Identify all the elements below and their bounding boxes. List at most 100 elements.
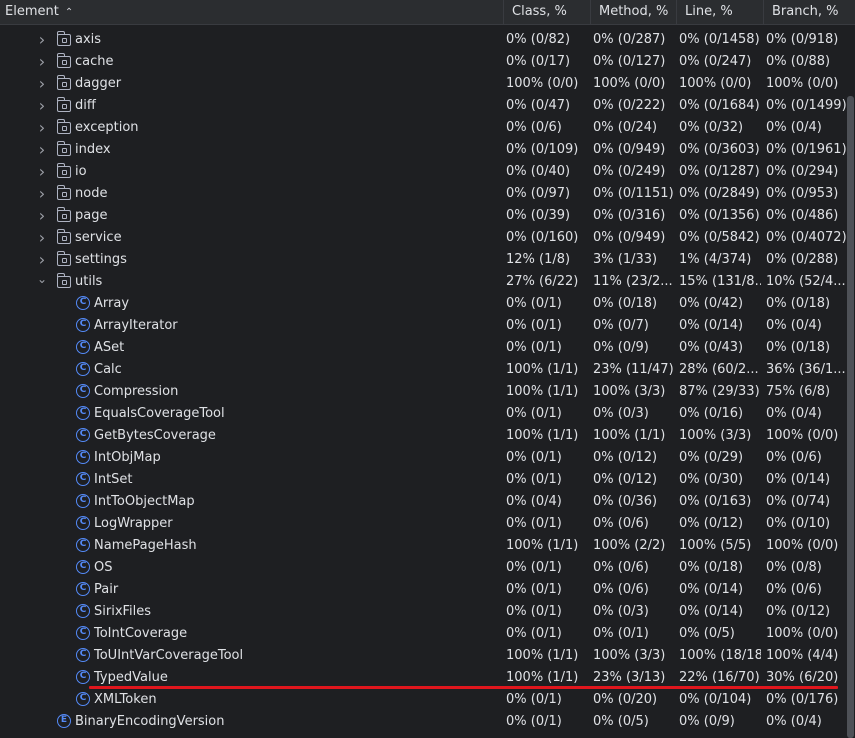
element-cell: › dagger [0, 73, 500, 95]
tree-row-class[interactable]: C NamePageHash 100% (1/1) 100% (2/2) 100% (5… [0, 535, 846, 557]
chevron-right-icon[interactable]: › [36, 249, 48, 271]
tree-row-package[interactable]: › dagger 100% (0/0) 100% (0/0) 100% (0/0) 100… [0, 73, 846, 95]
chevron-right-icon[interactable]: › [36, 205, 48, 227]
class-icon: C [76, 406, 90, 420]
package-name: cache [75, 54, 114, 69]
package-icon [56, 119, 71, 134]
tree-row-package[interactable]: › io 0% (0/40) 0% (0/249) 0% (0/1287) 0% (0/2… [0, 161, 846, 183]
line-coverage-cell: 0% (0/32) [679, 120, 744, 135]
branch-coverage-cell: 0% (0/953) [766, 186, 839, 201]
tree-row-class[interactable]: C IntToObjectMap 0% (0/4) 0% (0/36) 0% (0/16… [0, 491, 846, 513]
class-coverage-cell: 0% (0/1) [506, 406, 562, 421]
column-header-element[interactable]: Element ⌃ [0, 0, 503, 24]
branch-coverage-cell: 0% (0/4) [766, 714, 822, 729]
element-cell: › settings [0, 249, 500, 271]
tree-row-class[interactable]: C ToUIntVarCoverageTool 100% (1/1) 100% (3/… [0, 645, 846, 667]
tree-row-package[interactable]: › node 0% (0/97) 0% (0/1151) 0% (0/2849) 0% (… [0, 183, 846, 205]
element-cell: C IntObjMap [0, 447, 500, 469]
column-header-method[interactable]: Method, % [590, 0, 676, 24]
class-name: LogWrapper [94, 516, 173, 531]
package-icon [56, 75, 71, 90]
tree-row-class[interactable]: C IntSet 0% (0/1) 0% (0/12) 0% (0/30) 0% (0/1… [0, 469, 846, 491]
chevron-right-icon[interactable]: › [36, 227, 48, 249]
tree-row-package[interactable]: › cache 0% (0/17) 0% (0/127) 0% (0/247) 0% (0… [0, 51, 846, 73]
tree-row-class[interactable]: C LogWrapper 0% (0/1) 0% (0/6) 0% (0/12) 0% (… [0, 513, 846, 535]
line-coverage-cell: 0% (0/30) [679, 472, 744, 487]
class-name: IntToObjectMap [94, 494, 195, 509]
tree-row-class[interactable]: C IntObjMap 0% (0/1) 0% (0/12) 0% (0/29) 0% (… [0, 447, 846, 469]
branch-coverage-cell: 0% (0/288) [766, 252, 839, 267]
chevron-down-icon[interactable]: ⌄ [36, 271, 48, 287]
chevron-right-icon[interactable]: › [36, 51, 48, 73]
chevron-right-icon[interactable]: › [36, 183, 48, 205]
tree-row-class[interactable]: C Array 0% (0/1) 0% (0/18) 0% (0/42) 0% (0/18… [0, 293, 846, 315]
tree-row-class[interactable]: C OS 0% (0/1) 0% (0/6) 0% (0/18) 0% (0/8) [0, 557, 846, 579]
class-coverage-cell: 27% (6/22) [506, 274, 579, 289]
element-cell: C SirixFiles [0, 601, 500, 623]
method-coverage-cell: 0% (0/249) [593, 164, 666, 179]
tree-row-class[interactable]: C Calc 100% (1/1) 23% (11/47) 28% (60/2... 36… [0, 359, 846, 381]
tree-row-class[interactable]: C GetBytesCoverage 100% (1/1) 100% (1/1) 100… [0, 425, 846, 447]
package-name: diff [75, 98, 96, 113]
tree-row-class[interactable]: C Pair 0% (0/1) 0% (0/6) 0% (0/14) 0% (0/6) [0, 579, 846, 601]
class-name: GetBytesCoverage [94, 428, 216, 443]
class-icon: C [76, 450, 90, 464]
line-coverage-cell: 0% (0/3603) [679, 142, 760, 157]
line-coverage-cell: 0% (0/247) [679, 54, 752, 69]
class-icon: C [76, 670, 90, 684]
class-coverage-cell: 0% (0/1) [506, 582, 562, 597]
element-cell: › io [0, 161, 500, 183]
branch-coverage-cell: 0% (0/18) [766, 296, 831, 311]
package-icon [56, 229, 71, 244]
chevron-right-icon[interactable]: › [36, 29, 48, 51]
tree-row-class[interactable]: E BinaryEncodingVersion 0% (0/1) 0% (0/5) 0%… [0, 711, 846, 733]
method-coverage-cell: 0% (0/1) [593, 626, 649, 641]
line-coverage-cell: 0% (0/163) [679, 494, 752, 509]
tree-row-package[interactable]: › settings 12% (1/8) 3% (1/33) 1% (4/374) 0% … [0, 249, 846, 271]
tree-row-class[interactable]: C XMLToken 0% (0/1) 0% (0/20) 0% (0/104) 0% (… [0, 689, 846, 711]
class-coverage-cell: 0% (0/39) [506, 208, 571, 223]
tree-row-package[interactable]: › service 0% (0/160) 0% (0/949) 0% (0/5842) 0… [0, 227, 846, 249]
element-cell: C GetBytesCoverage [0, 425, 500, 447]
class-name: Pair [94, 582, 119, 597]
package-icon [56, 185, 71, 200]
branch-coverage-cell: 0% (0/486) [766, 208, 839, 223]
tree-row-class[interactable]: C Compression 100% (1/1) 100% (3/3) 87% (29/… [0, 381, 846, 403]
sort-ascending-icon[interactable]: ⌃ [65, 1, 73, 24]
column-header-method-label: Method, % [599, 4, 669, 19]
line-coverage-cell: 15% (131/8... [679, 274, 761, 289]
class-name: SirixFiles [94, 604, 152, 619]
class-name: IntSet [94, 472, 133, 487]
tree-row-package[interactable]: › page 0% (0/39) 0% (0/316) 0% (0/1356) 0% (0… [0, 205, 846, 227]
class-name: ASet [94, 340, 125, 355]
tree-row-package[interactable]: › axis 0% (0/82) 0% (0/287) 0% (0/1458) 0% (0… [0, 29, 846, 51]
scrollbar-thumb[interactable] [847, 96, 854, 738]
class-icon: C [76, 296, 90, 310]
column-header-class[interactable]: Class, % [503, 0, 590, 24]
chevron-right-icon[interactable]: › [36, 161, 48, 183]
tree-row-package[interactable]: › index 0% (0/109) 0% (0/949) 0% (0/3603) 0% … [0, 139, 846, 161]
class-coverage-cell: 0% (0/6) [506, 120, 562, 135]
element-cell: › index [0, 139, 500, 161]
tree-row-package[interactable]: › diff 0% (0/47) 0% (0/222) 0% (0/1684) 0% (0… [0, 95, 846, 117]
class-coverage-cell: 0% (0/1) [506, 296, 562, 311]
column-header-branch[interactable]: Branch, % [763, 0, 855, 24]
column-header-line[interactable]: Line, % [676, 0, 763, 24]
tree-row-class[interactable]: C ArrayIterator 0% (0/1) 0% (0/7) 0% (0/14) 0… [0, 315, 846, 337]
chevron-right-icon[interactable]: › [36, 73, 48, 95]
tree-row-package[interactable]: ⌄ utils 27% (6/22) 11% (23/2... 15% (131/8..… [0, 271, 846, 293]
tree-row-class[interactable]: C EqualsCoverageTool 0% (0/1) 0% (0/3) 0% (0… [0, 403, 846, 425]
tree-row-package[interactable]: › exception 0% (0/6) 0% (0/24) 0% (0/32) 0% (… [0, 117, 846, 139]
tree-row-class[interactable]: C ToIntCoverage 0% (0/1) 0% (0/1) 0% (0/5) 10… [0, 623, 846, 645]
tree-row-class[interactable]: C ASet 0% (0/1) 0% (0/9) 0% (0/43) 0% (0/18) [0, 337, 846, 359]
class-icon: C [76, 560, 90, 574]
chevron-right-icon[interactable]: › [36, 117, 48, 139]
tree-row-class[interactable]: C SirixFiles 0% (0/1) 0% (0/3) 0% (0/14) 0% (… [0, 601, 846, 623]
package-name: index [75, 142, 111, 157]
class-name: Compression [94, 384, 179, 399]
branch-coverage-cell: 100% (4/4) [766, 648, 839, 663]
chevron-right-icon[interactable]: › [36, 95, 48, 117]
method-coverage-cell: 23% (11/47) [593, 362, 674, 377]
chevron-right-icon[interactable]: › [36, 139, 48, 161]
branch-coverage-cell: 0% (0/4) [766, 406, 822, 421]
